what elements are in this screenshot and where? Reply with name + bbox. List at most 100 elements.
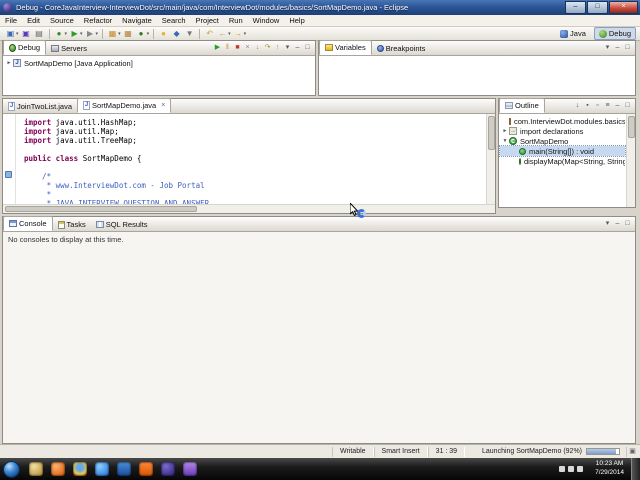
code-line[interactable]: import java.util.HashMap; — [24, 118, 486, 127]
volume-icon[interactable] — [577, 466, 584, 472]
tasks-view-tab[interactable]: Tasks — [53, 218, 91, 231]
window-titlebar[interactable]: Debug - CoreJavaInterview-InterviewDot/s… — [0, 0, 640, 15]
close-tab-icon[interactable]: × — [161, 102, 165, 109]
tree-item[interactable]: main(String[]) : void — [499, 145, 626, 157]
screen-recorder-icon[interactable] — [183, 462, 197, 476]
open-type-icon[interactable]: ◆ — [171, 28, 182, 39]
maximize-view-icon[interactable]: □ — [623, 43, 632, 53]
tree-item[interactable]: displayMap(Map<String, String — [500, 156, 625, 166]
code-line[interactable]: * www.InterviewDot.com - Job Portal — [24, 181, 486, 190]
menu-project[interactable]: Project — [191, 16, 224, 25]
minimize-view-icon[interactable]: – — [613, 219, 622, 229]
menu-refactor[interactable]: Refactor — [79, 16, 117, 25]
chrome-icon[interactable] — [73, 462, 87, 476]
save-icon[interactable]: ▣ — [21, 28, 32, 39]
breakpoints-view-tab[interactable]: Breakpoints — [372, 42, 431, 55]
tree-item[interactable]: ▼ SortMapDemo — [500, 136, 625, 146]
network-icon[interactable] — [568, 466, 575, 472]
external-tools-icon[interactable]: ▶ — [85, 28, 96, 39]
editor-gutter[interactable] — [3, 114, 16, 204]
code-line[interactable]: * — [24, 190, 486, 199]
hide-fields-icon[interactable]: ▪ — [583, 101, 592, 111]
resume-icon[interactable]: ▶ — [213, 43, 222, 53]
minimize-view-icon[interactable]: – — [613, 101, 622, 111]
twistie-icon[interactable]: ► — [5, 60, 13, 66]
perspective-debug-button[interactable]: Debug — [593, 27, 636, 40]
windows-explorer-icon[interactable] — [29, 462, 43, 476]
debug-view-tab[interactable]: Debug — [3, 40, 47, 55]
dropdown-arrow-icon[interactable]: ▾ — [147, 31, 150, 37]
view-menu-icon[interactable]: ▾ — [603, 219, 612, 229]
minimize-view-icon[interactable]: – — [613, 43, 622, 53]
back-icon[interactable]: ← — [217, 28, 228, 39]
menu-search[interactable]: Search — [157, 16, 191, 25]
background-jobs-icon[interactable]: ▣ — [626, 446, 638, 457]
taskbar-clock[interactable]: 10:23 AM 7/29/2014 — [595, 460, 624, 478]
code-line[interactable]: public class SortMapDemo { — [24, 154, 486, 163]
twistie-icon[interactable]: ▼ — [501, 138, 509, 144]
maximize-button[interactable]: □ — [587, 1, 608, 14]
scrollbar-thumb[interactable] — [488, 116, 495, 150]
print-icon[interactable]: ▤ — [34, 28, 45, 39]
variables-view-tab[interactable]: Variables — [319, 40, 372, 55]
menu-run[interactable]: Run — [224, 16, 248, 25]
minimize-view-icon[interactable]: – — [293, 43, 302, 53]
code-line[interactable]: import java.util.Map; — [24, 127, 486, 136]
editor-tab-sortmapdemo[interactable]: SortMapDemo.java × — [77, 98, 172, 113]
perspective-java-button[interactable]: Java — [555, 27, 591, 40]
dropdown-arrow-icon[interactable]: ▾ — [80, 31, 83, 37]
tree-item[interactable]: com.InterviewDot.modules.basics — [500, 116, 625, 126]
code-line[interactable] — [24, 163, 486, 172]
step-into-icon[interactable]: ↓ — [253, 43, 262, 53]
step-return-icon[interactable]: ↑ — [273, 43, 282, 53]
view-menu-icon[interactable]: ▾ — [283, 43, 292, 53]
maximize-view-icon[interactable]: □ — [623, 101, 632, 111]
dropdown-arrow-icon[interactable]: ▾ — [118, 31, 121, 37]
code-line[interactable] — [24, 145, 486, 154]
outline-scrollbar[interactable] — [626, 114, 635, 207]
maximize-view-icon[interactable]: □ — [303, 43, 312, 53]
maximize-view-icon[interactable]: □ — [623, 219, 632, 229]
dropdown-arrow-icon[interactable]: ▾ — [65, 31, 68, 37]
editor-vertical-scrollbar[interactable] — [486, 114, 495, 204]
editor-tab-jointwolist[interactable]: JoinTwoList.java — [3, 100, 77, 113]
run-icon[interactable]: ▶ — [69, 28, 80, 39]
new-wizard-icon[interactable]: ▣ — [5, 28, 16, 39]
show-desktop-button[interactable] — [631, 458, 640, 480]
tree-item[interactable]: ► SortMapDemo [Java Application] — [4, 58, 314, 68]
dropdown-arrow-icon[interactable]: ▾ — [244, 31, 247, 37]
menu-file[interactable]: File — [0, 16, 22, 25]
sort-icon[interactable]: ↓ — [573, 101, 582, 111]
new-package-icon[interactable]: ▦ — [123, 28, 134, 39]
last-edit-location-icon[interactable]: ↶ — [204, 28, 215, 39]
scrollbar-thumb[interactable] — [5, 206, 197, 212]
debug-icon[interactable]: ● — [54, 28, 65, 39]
terminate-icon[interactable]: ■ — [233, 43, 242, 53]
search-icon[interactable]: ● — [158, 28, 169, 39]
action-center-icon[interactable] — [559, 466, 566, 472]
firefox-icon[interactable] — [51, 462, 65, 476]
tree-item[interactable]: ► import declarations — [500, 126, 625, 136]
minimize-button[interactable]: – — [565, 1, 586, 14]
console-view-tab[interactable]: Console — [3, 216, 53, 231]
outline-view-tab[interactable]: Outline — [499, 98, 545, 113]
new-class-icon[interactable]: ● — [136, 28, 147, 39]
hide-non-public-icon[interactable]: ≡ — [603, 101, 612, 111]
new-java-project-icon[interactable]: ▦ — [107, 28, 118, 39]
step-over-icon[interactable]: ↷ — [263, 43, 272, 53]
close-button[interactable]: × — [609, 1, 638, 14]
media-player-icon[interactable] — [117, 462, 131, 476]
menu-window[interactable]: Window — [248, 16, 285, 25]
dropdown-arrow-icon[interactable]: ▾ — [228, 31, 231, 37]
menu-navigate[interactable]: Navigate — [117, 16, 157, 25]
forward-icon[interactable]: → — [233, 28, 244, 39]
code-line[interactable]: /* — [24, 172, 486, 181]
disconnect-icon[interactable]: × — [243, 43, 252, 53]
start-button[interactable] — [3, 460, 20, 478]
menu-help[interactable]: Help — [284, 16, 309, 25]
dropdown-arrow-icon[interactable]: ▾ — [96, 31, 99, 37]
editor-horizontal-scrollbar[interactable] — [3, 204, 495, 213]
suspend-icon[interactable]: ‖ — [223, 43, 232, 53]
eclipse-icon[interactable] — [161, 462, 175, 476]
hide-static-icon[interactable]: ▫ — [593, 101, 602, 111]
